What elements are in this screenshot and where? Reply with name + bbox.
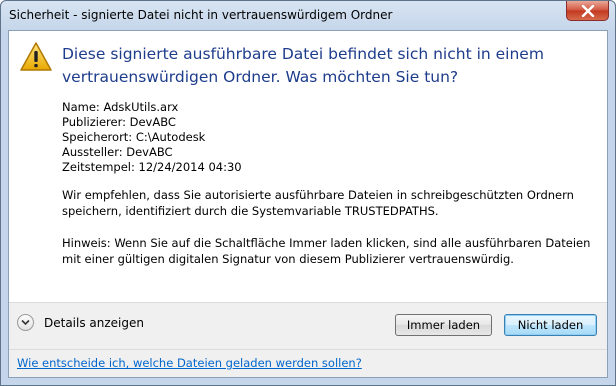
dialog-window: Sicherheit - signierte Datei nicht in ve… <box>0 0 616 386</box>
details-label: Details anzeigen <box>44 315 144 330</box>
recommendation-text: Wir empfehlen, dass Sie autorisierte aus… <box>62 188 574 218</box>
file-location: Speicherort: C:\Autodesk <box>62 130 206 144</box>
warning-triangle-icon <box>20 42 52 71</box>
chevron-down-icon <box>21 319 30 326</box>
window-title: Sicherheit - signierte Datei nicht in ve… <box>9 8 393 22</box>
dont-load-button[interactable]: Nicht laden <box>504 314 597 336</box>
close-icon <box>581 5 595 17</box>
footer: Wie entscheide ich, welche Dateien gelad… <box>9 349 607 377</box>
file-publisher: Publizierer: DevABC <box>62 115 176 129</box>
hint-text: Hinweis: Wenn Sie auf die Schaltfläche I… <box>62 236 591 266</box>
help-link[interactable]: Wie entscheide ich, welche Dateien gelad… <box>17 356 362 370</box>
title-bar[interactable]: Sicherheit - signierte Datei nicht in ve… <box>1 1 615 31</box>
button-area: Details anzeigen Immer laden Nicht laden <box>9 302 607 350</box>
file-name: Name: AdskUtils.arx <box>62 100 179 114</box>
close-button[interactable] <box>566 1 609 21</box>
details-toggle[interactable]: Details anzeigen <box>17 314 144 331</box>
dialog-heading: Diese signierte ausführbare Datei befind… <box>62 45 544 86</box>
dialog-content: Diese signierte ausführbare Datei befind… <box>8 30 608 378</box>
file-info: Name: AdskUtils.arx Publizierer: DevABC … <box>62 100 242 175</box>
file-timestamp: Zeitstempel: 12/24/2014 04:30 <box>62 160 242 174</box>
file-issuer: Aussteller: DevABC <box>62 145 173 159</box>
always-load-button[interactable]: Immer laden <box>395 314 492 336</box>
details-expand-button[interactable] <box>17 314 34 331</box>
